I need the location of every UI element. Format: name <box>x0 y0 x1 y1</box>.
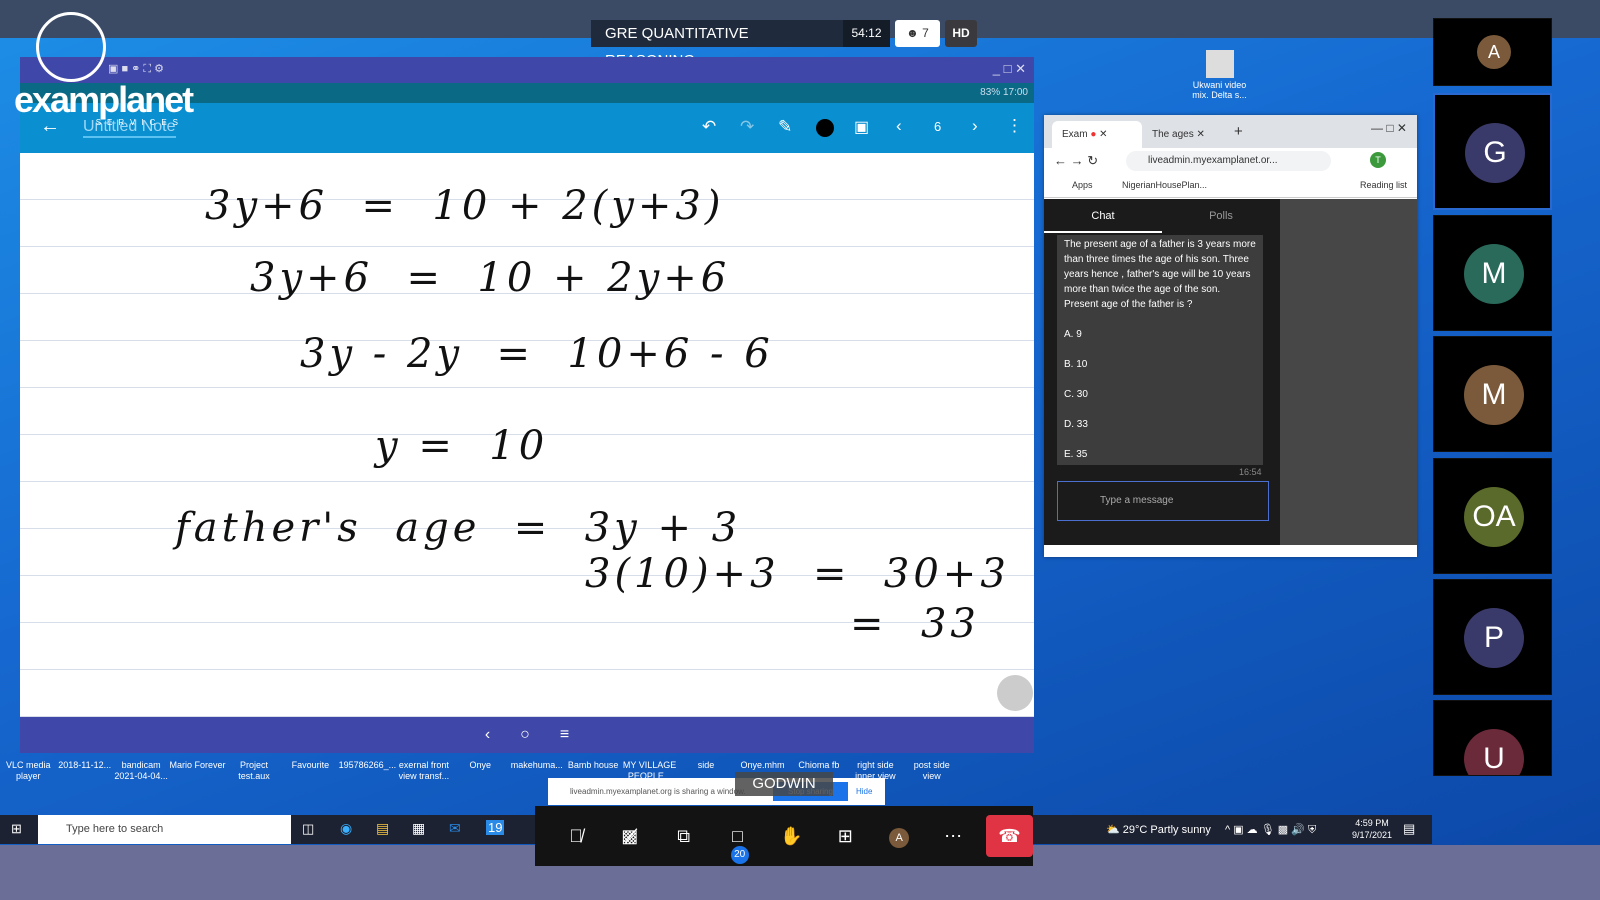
more-icon[interactable]: ⋮ <box>1006 116 1023 136</box>
chat-input[interactable]: Type a message <box>1057 481 1269 521</box>
hang-up-button[interactable]: ☎ <box>986 815 1034 857</box>
desktop-icon[interactable]: Favourite <box>282 760 338 790</box>
examplanet-logo: examplanet SERVICES <box>14 12 194 128</box>
image-icon[interactable]: ▣ <box>854 117 869 137</box>
message-time: 16:54 <box>1239 467 1262 477</box>
desktop-icon[interactable]: Mario Forever <box>169 760 226 790</box>
more-options-icon[interactable]: ⋯ <box>926 826 980 847</box>
meeting-title: GRE QUANTITATIVE REASONING <box>591 20 843 69</box>
nav-back-icon[interactable]: ‹ <box>485 726 490 744</box>
desktop-icon[interactable]: post side view <box>904 760 960 790</box>
whiteboard-canvas[interactable]: 3y+6 = 10 + 2(y+3) 3y+6 = 10 + 2y+6 3y -… <box>20 153 1034 717</box>
page-number: 6 <box>934 119 942 134</box>
nav-home-icon[interactable]: ○ <box>520 726 530 744</box>
desktop-icon[interactable]: bandicam 2021-04-04... <box>113 760 169 790</box>
participant-tile[interactable]: A <box>1433 18 1552 86</box>
tab-the-ages[interactable]: The ages ✕ <box>1142 121 1232 148</box>
mail-icon[interactable]: ✉ <box>449 820 461 837</box>
system-tray-icons[interactable]: ^ ▣ ☁ 🎙 ▩ 🔊 ⛨ <box>1225 823 1316 837</box>
tab-exam[interactable]: Exam ● ✕ <box>1052 121 1142 148</box>
desktop-file-icon[interactable]: Ukwani video mix. Delta s... <box>1192 50 1247 100</box>
handwritten-line: y = 10 <box>375 423 549 469</box>
mic-muted-icon[interactable]: 🎙̸ <box>549 826 603 847</box>
desktop-icon[interactable]: VLC media player <box>0 760 56 790</box>
color-picker-icon[interactable] <box>816 119 834 137</box>
avatar[interactable]: A <box>872 825 926 848</box>
participant-tile[interactable]: P <box>1433 579 1552 695</box>
jitsi-toolbar: 🎙̸ ▩̸ ⧉ □ 20 ✋ ⊞ A ⋯ ☎ <box>535 806 1034 866</box>
chat-panel: Chat Polls The present age of a father i… <box>1044 199 1280 545</box>
file-explorer-icon[interactable]: ▤ <box>376 820 389 837</box>
jitsi-page: Chat Polls The present age of a father i… <box>1044 199 1417 545</box>
window-controls[interactable]: _ □ ✕ <box>993 61 1026 77</box>
taskbar-search[interactable]: Type here to search <box>38 815 291 844</box>
reading-list[interactable]: Reading list <box>1360 180 1407 190</box>
participants-count-button[interactable]: ☻ 7 <box>895 20 940 47</box>
handwritten-line: 3(10)+3 = 30+3 <box>585 551 1010 597</box>
notifications-icon[interactable]: ▤ <box>1403 821 1415 837</box>
new-tab-button[interactable]: + <box>1234 123 1243 140</box>
tab-strip: Exam ● ✕ The ages ✕ + — □ ✕ <box>1044 115 1417 148</box>
chat-button[interactable]: □ 20 <box>711 826 765 864</box>
speaker-name: GODWIN <box>735 772 833 796</box>
tab-chat[interactable]: Chat <box>1044 199 1162 233</box>
address-bar: ← → ↻ liveadmin.myexamplanet.or... T <box>1044 148 1417 174</box>
window-controls[interactable]: — □ ✕ <box>1371 121 1407 135</box>
emulator-window: ▣ ■ ⚭ ⛶ ⚙ _ □ ✕ 83% 17:00 ← Untitled Not… <box>20 57 1034 753</box>
handwritten-line: 3y+6 = 10 + 2(y+3) <box>205 183 725 229</box>
clock[interactable]: 4:59 PM 9/17/2021 <box>1352 817 1392 841</box>
desktop-icon[interactable]: 2018-11-12... <box>56 760 112 790</box>
bookmark-item[interactable]: NigerianHousePlan... <box>1122 180 1207 190</box>
participant-tile[interactable]: G <box>1433 93 1552 210</box>
bookmark-apps[interactable]: Apps <box>1072 180 1093 190</box>
url-input[interactable]: liveadmin.myexamplanet.or... <box>1126 151 1331 171</box>
screen-share-icon[interactable]: ⧉ <box>657 826 711 847</box>
sharing-notice: liveadmin.myexamplanet.org is sharing a … <box>548 778 885 805</box>
store-icon[interactable]: ▦ <box>412 820 425 837</box>
edit-fab-button[interactable] <box>997 675 1033 711</box>
prev-page-icon[interactable]: ‹ <box>896 116 902 136</box>
android-nav-bar: ‹ ○ ≡ <box>20 717 1034 753</box>
desktop-icon[interactable]: 195786266_... <box>339 760 397 790</box>
participant-tile[interactable]: M <box>1433 215 1552 331</box>
windows-start-icon[interactable]: ⊞ <box>11 821 22 837</box>
profile-avatar[interactable]: T <box>1370 152 1386 168</box>
chat-badge: 20 <box>730 845 749 864</box>
tile-view-icon[interactable]: ⊞ <box>818 826 872 847</box>
video-quality-badge[interactable]: HD <box>945 20 977 47</box>
desktop-icon[interactable]: Project test.aux <box>226 760 282 790</box>
undo-icon[interactable]: ↶ <box>702 117 716 137</box>
raise-hand-icon[interactable]: ✋ <box>765 826 819 847</box>
handwritten-line: = 33 <box>850 601 980 647</box>
task-view-icon[interactable]: ◫ <box>302 821 314 837</box>
tab-polls[interactable]: Polls <box>1162 199 1280 233</box>
calendar-icon[interactable]: 19 <box>486 820 505 835</box>
meeting-timer: 54:12 <box>843 20 890 47</box>
participant-tile[interactable]: OA <box>1433 458 1552 574</box>
edge-icon[interactable]: ◉ <box>340 820 352 837</box>
participant-tile[interactable]: M <box>1433 336 1552 452</box>
redo-icon[interactable]: ↷ <box>740 117 754 137</box>
browser-window: Exam ● ✕ The ages ✕ + — □ ✕ ← → ↻ livead… <box>1044 115 1417 557</box>
handwritten-line: 3y+6 = 10 + 2y+6 <box>250 255 731 301</box>
desktop-icon[interactable]: Onye <box>452 760 508 790</box>
weather-widget[interactable]: ⛅ 29°C Partly sunny <box>1106 823 1211 836</box>
desktop-icon[interactable]: exernal front view transf... <box>396 760 452 790</box>
handwritten-line: 3y - 2y = 10+6 - 6 <box>300 331 774 377</box>
nav-buttons[interactable]: ← → ↻ <box>1054 153 1098 169</box>
next-page-icon[interactable]: › <box>972 116 978 136</box>
participant-tile[interactable]: U <box>1433 700 1552 776</box>
handwritten-line: father's age = 3y + 3 <box>175 505 742 551</box>
hide-button[interactable]: Hide <box>856 778 872 805</box>
pen-icon[interactable]: ✎ <box>778 117 792 137</box>
camera-off-icon[interactable]: ▩̸ <box>603 826 657 847</box>
chat-message: The present age of a father is 3 years m… <box>1057 235 1263 465</box>
bookmarks-bar: Apps NigerianHousePlan... Reading list <box>1044 174 1417 198</box>
nav-menu-icon[interactable]: ≡ <box>560 726 569 744</box>
